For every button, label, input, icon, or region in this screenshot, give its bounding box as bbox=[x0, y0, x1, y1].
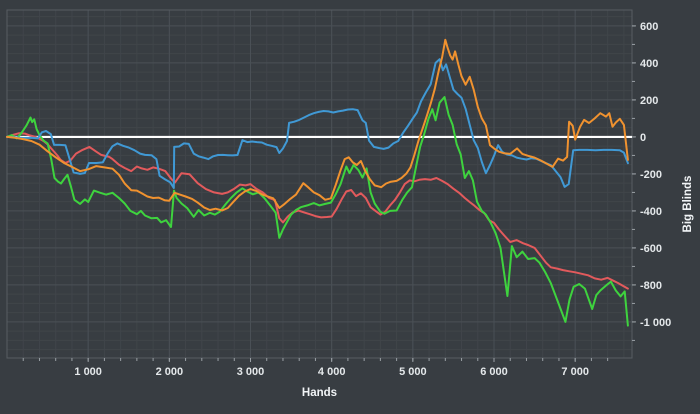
y-tick-label: -200 bbox=[640, 169, 662, 181]
x-axis-title: Hands bbox=[302, 387, 337, 399]
x-tick-label: 6 000 bbox=[480, 366, 508, 378]
y-axis-title: Big Blinds bbox=[682, 176, 694, 233]
x-tick-label: 5 000 bbox=[399, 366, 427, 378]
y-tick-label: 200 bbox=[640, 95, 658, 107]
results-graph: 1 000 2 000 3 000 4 000 5 000 6 000 7 000 600 40… bbox=[0, 0, 700, 414]
y-tick-label: -800 bbox=[640, 280, 662, 292]
y-tick-label: 0 bbox=[640, 132, 646, 144]
x-tick-label: 1 000 bbox=[74, 366, 102, 378]
y-tick-label: -600 bbox=[640, 243, 662, 255]
x-tick-label: 3 000 bbox=[237, 366, 265, 378]
y-tick-label: 600 bbox=[640, 21, 658, 33]
chart-surface[interactable]: 1 000 2 000 3 000 4 000 5 000 6 000 7 000 600 40… bbox=[0, 0, 700, 414]
x-tick-label: 7 000 bbox=[561, 366, 589, 378]
x-tick-label: 2 000 bbox=[156, 366, 184, 378]
chart-background bbox=[0, 0, 700, 414]
x-tick-label: 4 000 bbox=[318, 366, 346, 378]
y-tick-label: -400 bbox=[640, 206, 662, 218]
y-tick-label: 400 bbox=[640, 58, 658, 70]
y-tick-label: -1 000 bbox=[640, 317, 671, 329]
